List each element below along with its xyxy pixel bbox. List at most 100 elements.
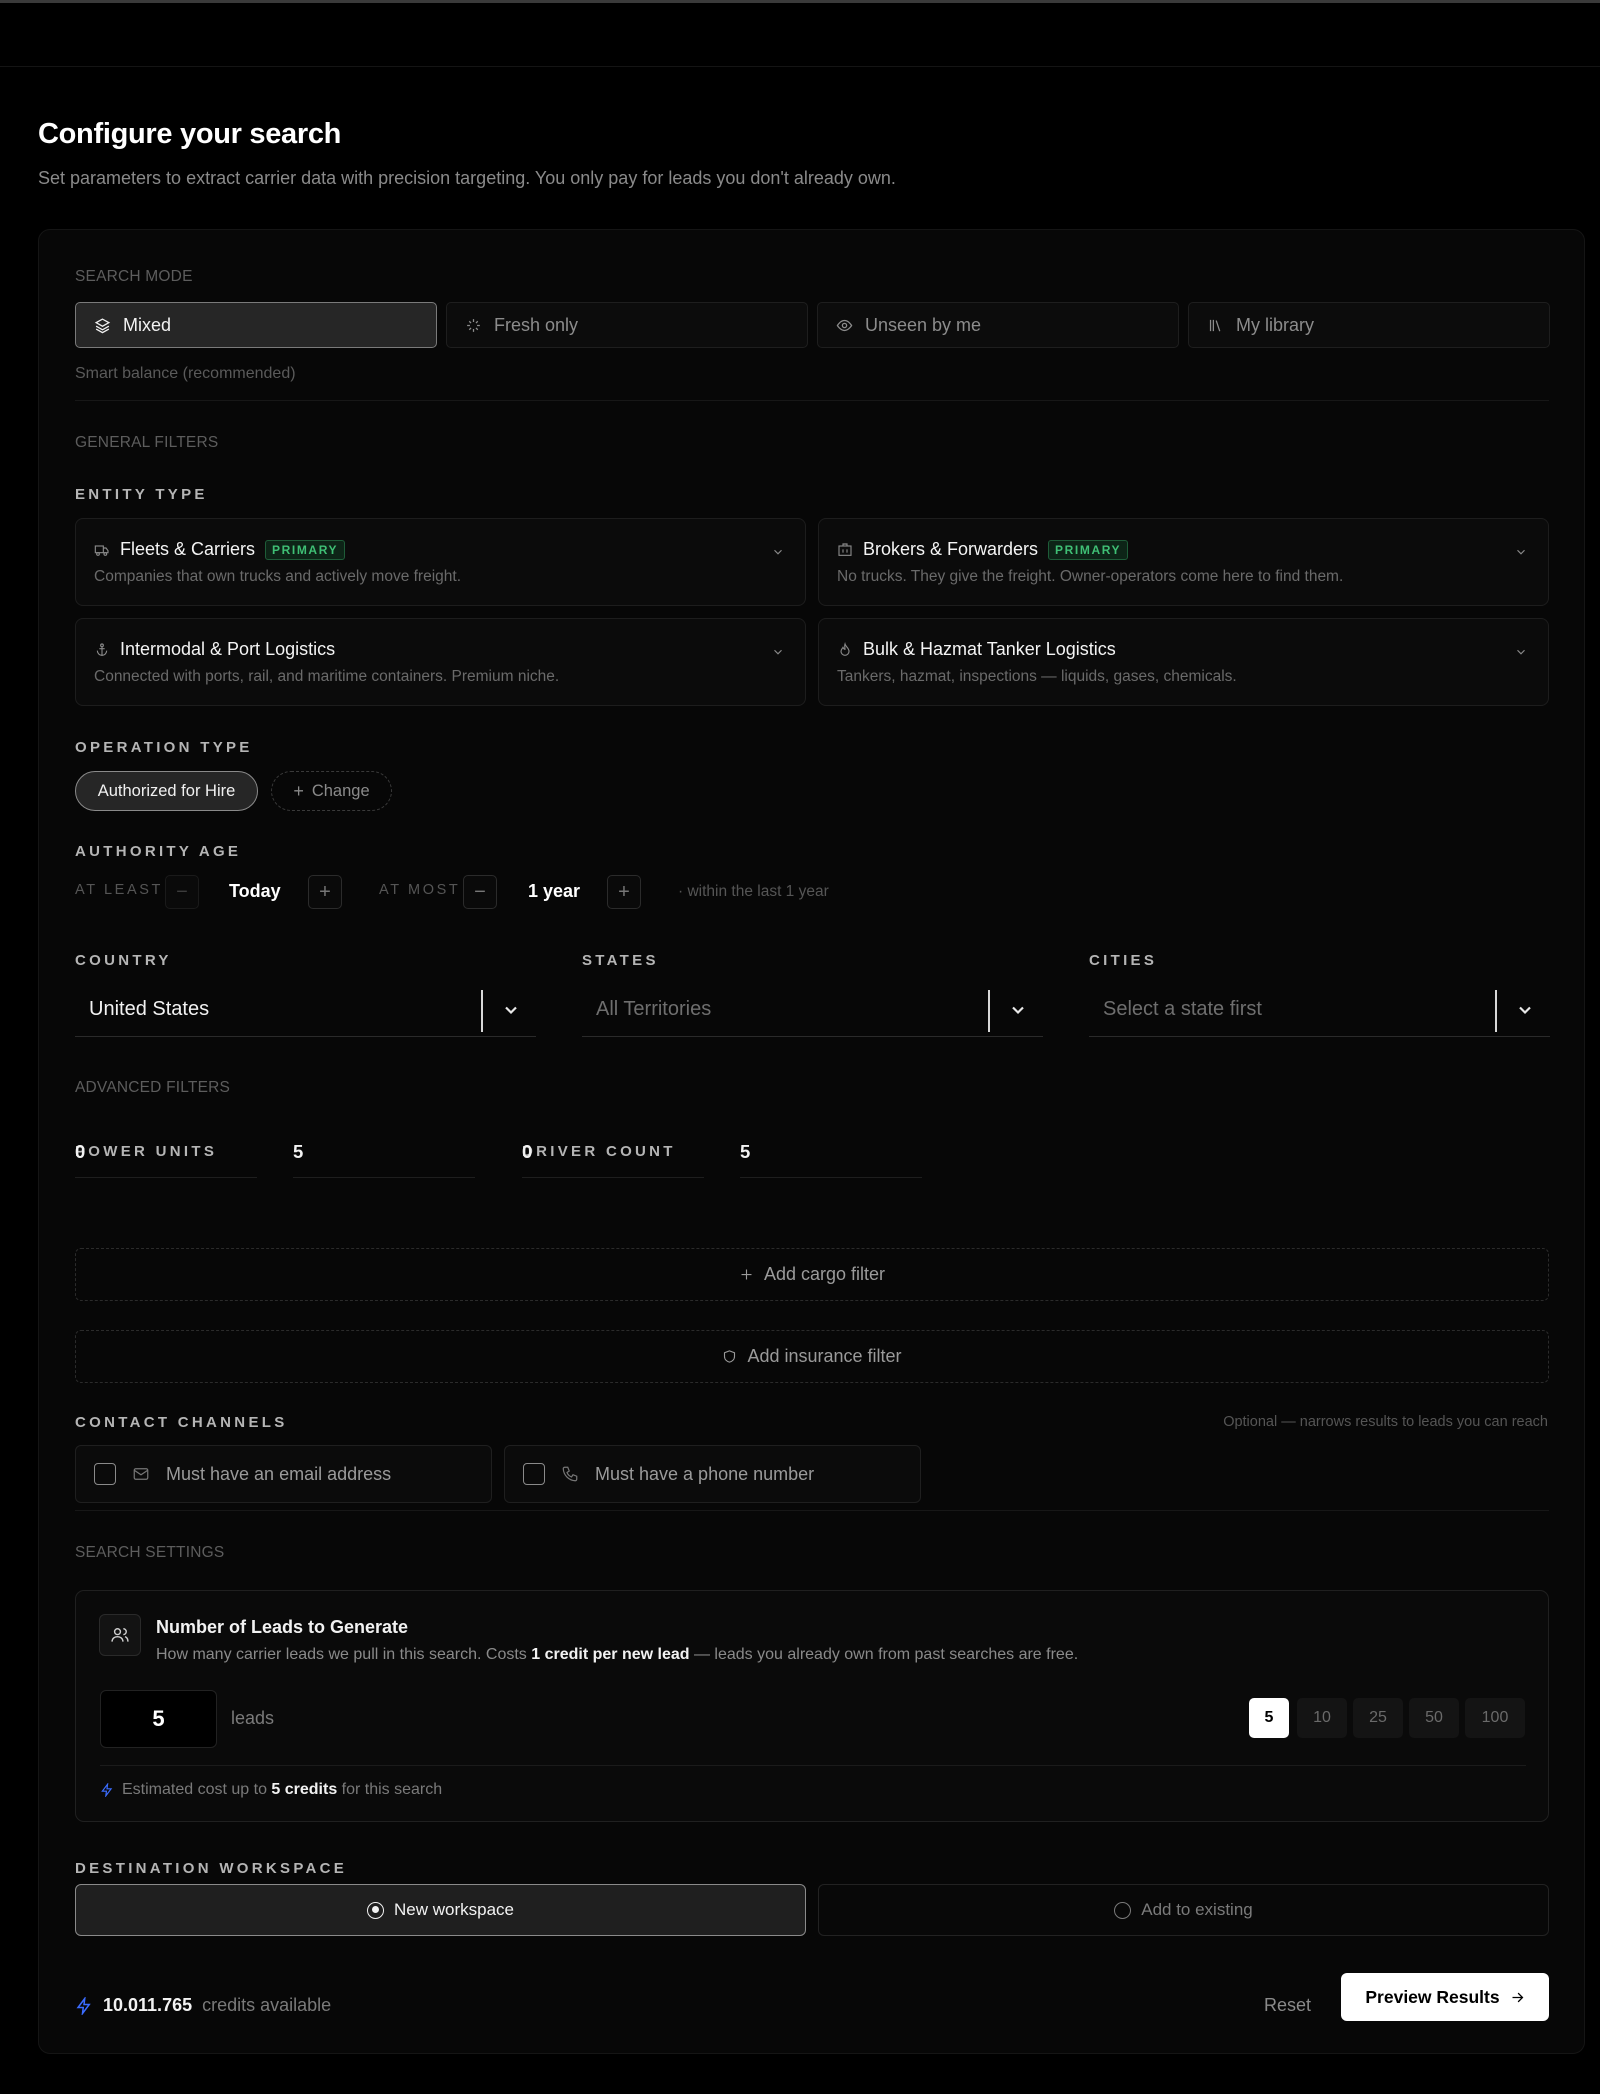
operation-type-chip[interactable]: Authorized for Hire xyxy=(75,771,258,811)
entity-bulk-hazmat[interactable]: Bulk & Hazmat Tanker Logistics Tankers, … xyxy=(818,618,1549,706)
operation-type-label: OPERATION TYPE xyxy=(75,739,253,756)
plus-icon: + xyxy=(293,780,304,801)
mode-fresh-label: Fresh only xyxy=(494,314,579,335)
anchor-icon xyxy=(96,642,108,656)
bolt-icon xyxy=(76,1996,91,2015)
section-divider xyxy=(75,400,1549,401)
library-icon xyxy=(1209,319,1221,331)
estimated-cost: Estimated cost up to 5 credits for this … xyxy=(100,1781,442,1799)
mode-library-label: My library xyxy=(1236,314,1315,335)
credits-suffix: credits available xyxy=(202,1995,332,2015)
entity-brokers-forwarders[interactable]: Brokers & Forwarders PRIMARY No trucks. … xyxy=(818,518,1549,606)
search-config-card: SEARCH MODE Mixed Fresh only Unseen by m… xyxy=(38,229,1585,2054)
phone-required-label: Must have a phone number xyxy=(595,1463,815,1484)
contact-channels-note: Optional — narrows results to leads you … xyxy=(1223,1414,1548,1430)
entity-name: Fleets & Carriers xyxy=(120,539,256,559)
authority-age-note: · within the last 1 year xyxy=(678,883,829,900)
section-divider xyxy=(75,1510,1549,1511)
search-mode-hint: Smart balance (recommended) xyxy=(75,365,296,382)
page-subtitle: Set parameters to extract carrier data w… xyxy=(38,168,896,188)
mode-mixed-button[interactable]: Mixed xyxy=(75,302,437,348)
add-to-existing-label: Add to existing xyxy=(1141,1900,1253,1919)
preview-results-button[interactable]: Preview Results xyxy=(1341,1973,1549,2021)
phone-required-checkbox[interactable]: Must have a phone number xyxy=(504,1445,921,1503)
add-to-existing-option[interactable]: Add to existing xyxy=(818,1884,1549,1936)
at-least-decrement-button[interactable]: − xyxy=(165,875,199,909)
general-filters-label: GENERAL FILTERS xyxy=(75,434,219,451)
window-top-edge xyxy=(0,0,1600,3)
cities-placeholder: Select a state first xyxy=(1103,998,1262,1020)
power-units-max-input[interactable]: 5 xyxy=(293,1130,475,1178)
at-most-decrement-button[interactable]: − xyxy=(463,875,497,909)
country-select[interactable]: United States xyxy=(75,983,536,1037)
preset-25-button[interactable]: 25 xyxy=(1353,1698,1403,1738)
states-placeholder: All Territories xyxy=(596,998,712,1020)
add-insurance-filter-button[interactable]: Add insurance filter xyxy=(75,1330,1549,1383)
change-label: Change xyxy=(311,781,370,800)
entity-fleets-carriers[interactable]: Fleets & Carriers PRIMARY Companies that… xyxy=(75,518,806,606)
entity-name: Bulk & Hazmat Tanker Logistics xyxy=(863,639,1116,659)
select-separator xyxy=(481,990,483,1032)
power-units-min-input[interactable]: 0 xyxy=(75,1130,257,1178)
destination-workspace-label: DESTINATION WORKSPACE xyxy=(75,1860,348,1877)
checkbox[interactable] xyxy=(523,1463,545,1485)
chevron-down-icon xyxy=(1517,549,1525,555)
checkbox[interactable] xyxy=(94,1463,116,1485)
mode-mixed-label: Mixed xyxy=(123,314,172,335)
power-units-max-value: 5 xyxy=(293,1141,304,1162)
driver-count-max-input[interactable]: 5 xyxy=(740,1130,922,1178)
sparkle-icon xyxy=(467,318,480,332)
cities-select[interactable]: Select a state first xyxy=(1089,983,1550,1037)
at-least-label: AT LEAST xyxy=(75,882,163,898)
country-label: COUNTRY xyxy=(75,952,172,969)
at-most-label: AT MOST xyxy=(379,882,461,898)
driver-count-min-value: 0 xyxy=(522,1141,533,1162)
advanced-filters-label: ADVANCED FILTERS xyxy=(75,1079,231,1096)
add-cargo-filter-button[interactable]: Add cargo filter xyxy=(75,1248,1549,1301)
users-icon xyxy=(99,1614,141,1656)
entity-name: Brokers & Forwarders xyxy=(863,539,1039,559)
leads-count-input[interactable]: 5 xyxy=(100,1690,217,1748)
cities-label: CITIES xyxy=(1089,952,1158,969)
preset-5-button[interactable]: 5 xyxy=(1249,1698,1289,1738)
driver-count-min-input[interactable]: 0 xyxy=(522,1130,704,1178)
header-divider xyxy=(0,66,1600,67)
mode-fresh-button[interactable]: Fresh only xyxy=(446,302,808,348)
states-select[interactable]: All Territories xyxy=(582,983,1043,1037)
mail-icon xyxy=(133,1468,149,1480)
primary-badge: PRIMARY xyxy=(1048,539,1129,560)
chevron-down-icon xyxy=(1012,1006,1024,1015)
mode-unseen-button[interactable]: Unseen by me xyxy=(817,302,1179,348)
chevron-down-icon xyxy=(1517,649,1525,655)
leads-title: Number of Leads to Generate xyxy=(156,1617,409,1637)
phone-icon xyxy=(562,1466,578,1482)
authority-age-label: AUTHORITY AGE xyxy=(75,843,242,860)
entity-desc: Tankers, hazmat, inspections — liquids, … xyxy=(837,668,1237,685)
email-required-label: Must have an email address xyxy=(166,1463,392,1484)
power-units-min-value: 0 xyxy=(75,1141,86,1162)
entity-desc: No trucks. They give the freight. Owner-… xyxy=(837,568,1344,585)
leads-divider xyxy=(100,1765,1526,1766)
states-label: STATES xyxy=(582,952,659,969)
entity-intermodal-port[interactable]: Intermodal & Port Logistics Connected wi… xyxy=(75,618,806,706)
preset-50-button[interactable]: 50 xyxy=(1409,1698,1459,1738)
preset-10-button[interactable]: 10 xyxy=(1297,1698,1347,1738)
chevron-down-icon xyxy=(774,549,782,555)
mode-library-button[interactable]: My library xyxy=(1188,302,1550,348)
truck-icon xyxy=(94,544,109,556)
at-least-increment-button[interactable]: + xyxy=(308,875,342,909)
reset-button[interactable]: Reset xyxy=(1264,1995,1311,2016)
chevron-down-icon xyxy=(774,649,782,655)
primary-badge: PRIMARY xyxy=(265,539,346,560)
credits-value: 10.011.765 xyxy=(103,1995,193,2015)
add-insurance-label: Add insurance filter xyxy=(747,1346,902,1366)
preset-100-button[interactable]: 100 xyxy=(1465,1698,1525,1738)
bolt-icon xyxy=(101,1783,113,1797)
email-required-checkbox[interactable]: Must have an email address xyxy=(75,1445,492,1503)
change-operation-button[interactable]: + Change xyxy=(271,771,392,811)
leads-count-card: Number of Leads to Generate How many car… xyxy=(75,1590,1549,1822)
shield-icon xyxy=(724,1350,736,1363)
new-workspace-option[interactable]: New workspace xyxy=(75,1884,806,1936)
at-most-increment-button[interactable]: + xyxy=(607,875,641,909)
select-separator xyxy=(988,990,990,1032)
